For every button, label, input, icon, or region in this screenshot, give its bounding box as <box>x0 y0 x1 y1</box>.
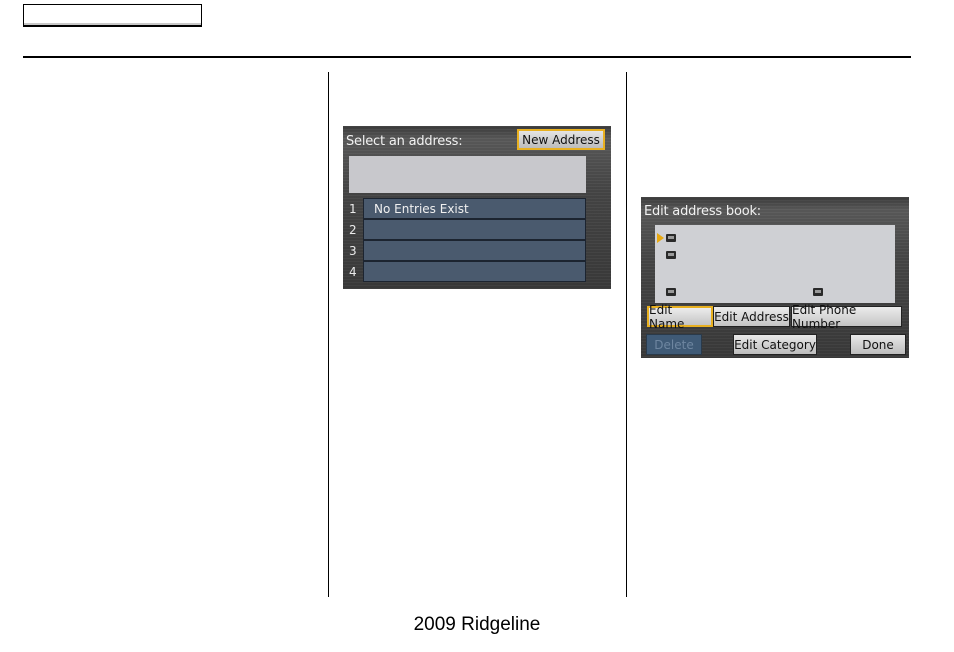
screen-title: Select an address: <box>346 134 463 149</box>
tab-edit-name[interactable]: Edit Name <box>647 303 713 331</box>
column-divider-left <box>328 72 329 597</box>
address-list-item[interactable] <box>363 261 586 282</box>
header-tab-box <box>23 4 202 27</box>
screen-title: Edit address book: <box>644 204 761 219</box>
row-number: 3 <box>349 244 357 258</box>
address-icon <box>666 251 676 259</box>
cursor-arrow-icon <box>657 233 664 243</box>
row-number: 2 <box>349 223 357 237</box>
entry-details-panel <box>655 225 895 303</box>
edit-category-button[interactable]: Edit Category <box>733 334 817 355</box>
address-list-item[interactable]: No Entries Exist <box>363 198 586 219</box>
category-icon <box>813 288 823 296</box>
name-icon <box>666 234 676 242</box>
delete-button[interactable]: Delete <box>646 334 702 355</box>
edit-address-book-screen: Edit address book: Edit Name Edit Addres… <box>641 197 909 358</box>
row-number: 4 <box>349 265 357 279</box>
select-address-screen: Select an address: New Address 1 No Entr… <box>343 126 611 289</box>
new-address-button[interactable]: New Address <box>517 129 605 150</box>
address-list-item[interactable] <box>363 219 586 240</box>
phone-icon <box>666 288 676 296</box>
column-divider-right <box>626 72 627 597</box>
address-preview-area <box>349 156 586 193</box>
tab-edit-phone-number[interactable]: Edit Phone Number <box>791 303 902 331</box>
tab-edit-address[interactable]: Edit Address <box>713 306 790 327</box>
done-button[interactable]: Done <box>850 334 906 355</box>
footer-model-label: 2009 Ridgeline <box>413 614 541 635</box>
row-number: 1 <box>349 202 357 216</box>
header-rule <box>23 56 911 58</box>
address-list-item[interactable] <box>363 240 586 261</box>
